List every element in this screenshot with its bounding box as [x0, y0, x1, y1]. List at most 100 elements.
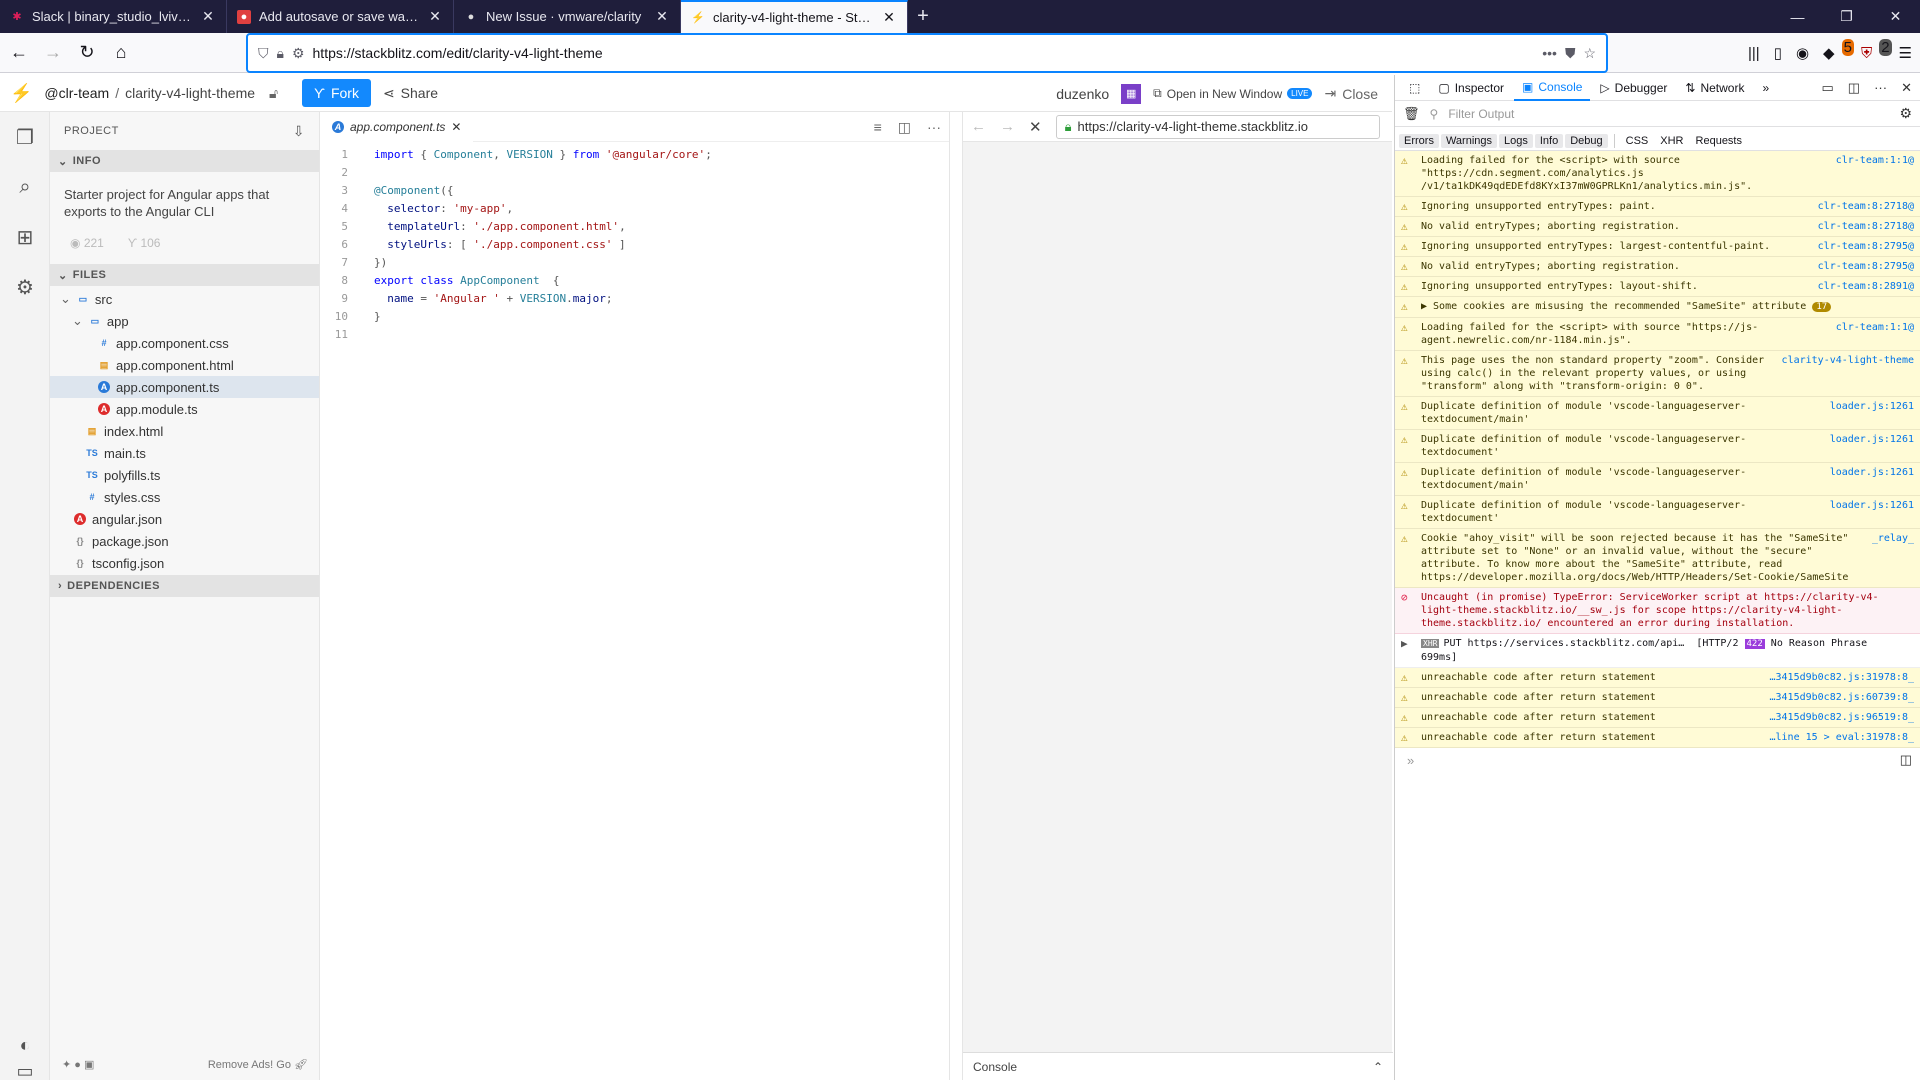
more-icon[interactable]: ···: [927, 119, 941, 135]
forward-icon[interactable]: →: [38, 38, 68, 68]
expand-arrow-icon[interactable]: ▶: [1401, 637, 1421, 664]
message-source-link[interactable]: loader.js:1261: [1830, 466, 1914, 492]
file-tree-item[interactable]: ⌄ ▭ src: [50, 288, 319, 310]
message-source-link[interactable]: @clr-team:8:2718: [1818, 220, 1914, 233]
file-tree-item[interactable]: TS main.ts: [50, 442, 319, 464]
message-source-link[interactable]: @clr-team:1:1: [1836, 154, 1914, 193]
console-message[interactable]: ⚠ Duplicate definition of module 'vscode-…: [1395, 397, 1920, 430]
project-owner[interactable]: @clr-team: [44, 85, 109, 101]
shield-icon[interactable]: ⛉: [258, 45, 269, 62]
url-text[interactable]: https://stackblitz.com/edit/clarity-v4-l…: [313, 45, 1535, 61]
restore-icon[interactable]: ❐: [1822, 0, 1871, 33]
level-info[interactable]: Info: [1534, 133, 1564, 148]
dock-icon[interactable]: ◫: [1848, 80, 1860, 96]
browser-tab-github-autosave[interactable]: ● Add autosave or save warning · ✕: [227, 0, 454, 33]
layout-icon[interactable]: ▭: [0, 1056, 50, 1080]
share-button[interactable]: ⋖ Share: [383, 85, 438, 102]
extension-icon[interactable]: ◆ 5: [1823, 39, 1854, 62]
preview-url[interactable]: https://clarity-v4-light-theme.stackblit…: [1078, 119, 1308, 134]
level-logs[interactable]: Logs: [1499, 133, 1533, 148]
preview-url-bar[interactable]: 🔒︎ https://clarity-v4-light-theme.stackb…: [1055, 114, 1380, 139]
browser-tab-stackblitz[interactable]: ⚡ clarity-v4-light-theme - StackBlitz ✕: [681, 0, 908, 33]
console-message[interactable]: ⊘ Uncaught (in promise) TypeError: Servic…: [1395, 588, 1920, 634]
browser-tab-new-issue[interactable]: ● New Issue · vmware/clarity ✕: [454, 0, 681, 33]
console-message[interactable]: ⚠ Cookie "ahoy_visit" will be soon reject…: [1395, 529, 1920, 588]
message-source-link[interactable]: _5d9b0c82.js line 15 > eval:31978:8: [1764, 731, 1914, 744]
message-source-link[interactable]: _52d14a83855a3415d9b0c82.js:60739:8: [1764, 691, 1914, 704]
hamburger-menu-icon[interactable]: ☰: [1899, 44, 1912, 62]
extensions-icon[interactable]: ⊞: [0, 212, 50, 262]
file-tree-item[interactable]: Aapp.module.ts: [50, 398, 319, 420]
devtools-tab-console[interactable]: ▣ Console: [1514, 75, 1591, 101]
filter-input[interactable]: Filter Output: [1448, 107, 1889, 121]
minimize-icon[interactable]: —: [1773, 0, 1822, 33]
username[interactable]: duzenko: [1056, 86, 1109, 102]
console-message[interactable]: ⚠ ▶ Some cookies are misusing the recomme…: [1395, 297, 1920, 318]
project-name[interactable]: clarity-v4-light-theme: [125, 85, 255, 101]
stackblitz-logo-icon[interactable]: ⚡: [10, 83, 32, 104]
file-tree-item[interactable]: {} package.json: [50, 530, 319, 552]
reload-icon[interactable]: ↻: [72, 38, 102, 68]
split-console-icon[interactable]: ◫: [1900, 752, 1912, 768]
message-source-link[interactable]: @clr-team:1:1: [1836, 321, 1914, 347]
message-source-link[interactable]: _52d14a83855a3415d9b0c82.js:31978:8: [1764, 671, 1914, 684]
console-input[interactable]: » ◫: [1395, 748, 1920, 772]
more-actions-icon[interactable]: •••: [1542, 45, 1557, 61]
sidebar-icon[interactable]: ▯: [1774, 44, 1782, 62]
console-message[interactable]: ⚠ No valid entryTypes; aborting registrat…: [1395, 217, 1920, 237]
message-source-link[interactable]: loader.js:1261: [1830, 433, 1914, 459]
message-source-link[interactable]: @clr-team:8:2718: [1818, 200, 1914, 213]
lock-icon[interactable]: 🔒︎: [277, 45, 284, 62]
close-tab-icon[interactable]: ✕: [881, 9, 897, 26]
github-icon[interactable]: ●: [74, 1059, 81, 1071]
discord-icon[interactable]: ▣: [84, 1059, 94, 1071]
devtools-tab-debugger[interactable]: ▷ Debugger: [1592, 75, 1675, 101]
back-icon[interactable]: ←: [4, 38, 34, 68]
info-section-header[interactable]: ⌄ INFO: [50, 150, 319, 172]
close-tab-icon[interactable]: ✕: [654, 8, 670, 25]
home-icon[interactable]: ⌂: [106, 38, 136, 68]
editor-tab-app-component-ts[interactable]: A app.component.ts ✕: [320, 111, 474, 142]
level-debug[interactable]: Debug: [1565, 133, 1608, 148]
url-bar[interactable]: ⛉ 🔒︎ ⚙ https://stackblitz.com/edit/clari…: [246, 33, 1608, 73]
devtools-tab-network[interactable]: ⇅ Network: [1677, 75, 1752, 101]
message-source-link[interactable]: clarity-v4-light-theme: [1782, 354, 1914, 393]
files-section-header[interactable]: ⌄ FILES: [50, 264, 319, 286]
message-source-link[interactable]: _relay_: [1872, 532, 1914, 584]
download-cloud-icon[interactable]: ⇩: [293, 123, 305, 140]
format-icon[interactable]: ≡: [874, 119, 882, 135]
message-source-link[interactable]: @clr-team:8:2891: [1818, 280, 1914, 293]
twitter-icon[interactable]: ✦: [62, 1059, 71, 1071]
message-source-link[interactable]: @clr-team:8:2795: [1818, 260, 1914, 273]
more-tabs-icon[interactable]: »: [1754, 75, 1777, 101]
file-tree-item[interactable]: # styles.css: [50, 486, 319, 508]
permissions-icon[interactable]: ⚙: [292, 45, 305, 62]
file-tree-item[interactable]: Aapp.component.ts: [50, 376, 319, 398]
level-errors[interactable]: Errors: [1399, 133, 1439, 148]
file-tree-item[interactable]: ▤ index.html: [50, 420, 319, 442]
message-source-link[interactable]: loader.js:1261: [1830, 400, 1914, 426]
category-requests[interactable]: Requests: [1691, 134, 1747, 148]
element-picker-icon[interactable]: ⬚: [1401, 75, 1428, 101]
close-tab-icon[interactable]: ✕: [427, 8, 443, 25]
pocket-icon[interactable]: ⛊: [1565, 45, 1576, 62]
message-source-link[interactable]: @clr-team:8:2795: [1818, 240, 1914, 253]
remove-ads-link[interactable]: Remove Ads! Go 🚀︎: [208, 1058, 308, 1071]
console-message[interactable]: ⚠ unreachable code after return statement…: [1395, 688, 1920, 708]
browser-tab-slack[interactable]: ✱ Slack | binary_studio_lviv | Binary ✕: [0, 0, 227, 33]
fork-button[interactable]: Ƴ Fork: [302, 79, 371, 107]
console-message[interactable]: ⚠ Duplicate definition of module 'vscode-…: [1395, 463, 1920, 496]
console-message[interactable]: ⚠ Ignoring unsupported entryTypes: layout…: [1395, 277, 1920, 297]
bookmark-star-icon[interactable]: ☆: [1583, 45, 1596, 62]
console-message[interactable]: ▶ XHR PUT https://services.stackblitz.com/…: [1395, 634, 1920, 668]
preview-back-icon[interactable]: ←: [971, 118, 986, 135]
console-message[interactable]: ⚠ This page uses the non standard propert…: [1395, 351, 1920, 397]
console-message[interactable]: ⚠ Loading failed for the <script> with so…: [1395, 151, 1920, 197]
split-editor-icon[interactable]: ◫: [898, 119, 911, 136]
files-icon[interactable]: ❐: [0, 112, 50, 162]
search-icon[interactable]: ⌕: [0, 162, 50, 212]
file-tree-item[interactable]: {} tsconfig.json: [50, 552, 319, 574]
close-preview-button[interactable]: ⇥ Close: [1324, 85, 1378, 102]
close-window-icon[interactable]: ✕: [1871, 0, 1920, 33]
new-tab-button[interactable]: +: [908, 0, 938, 33]
